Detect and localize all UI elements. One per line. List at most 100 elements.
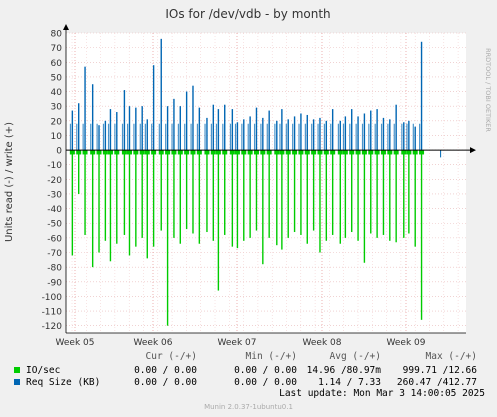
io-read-spike (389, 150, 391, 241)
req-size-side (323, 123, 326, 151)
io-read-spike (123, 150, 126, 235)
io-read-base (102, 150, 108, 155)
io-read-base (419, 150, 425, 155)
req-size-side (107, 123, 110, 151)
io-read-base (406, 150, 412, 155)
io-read-base (304, 150, 310, 155)
y-tick-label: 60 (51, 59, 63, 69)
io-read-spike (166, 150, 169, 326)
req-size-spike (420, 41, 423, 151)
io-read-base (144, 150, 150, 155)
req-size-side (90, 123, 92, 151)
req-size-spike (123, 90, 126, 151)
y-tick-label: 10 (51, 132, 63, 142)
req-size-spike (287, 119, 289, 151)
io-read-base (323, 150, 329, 155)
y-tick-label: -110 (42, 308, 63, 318)
y-tick-label: -50 (47, 220, 62, 230)
io-read-spike (357, 150, 359, 241)
req-size-spike (71, 110, 74, 151)
y-tick-label: -40 (47, 205, 62, 215)
io-read-base (337, 150, 343, 155)
io-read-spike (319, 150, 321, 253)
req-size-spike (77, 103, 80, 151)
req-size-spike (403, 122, 405, 151)
req-size-spike (166, 106, 169, 151)
io-read-spike (91, 150, 94, 268)
io-read-base (412, 150, 418, 155)
req-size-spike (146, 119, 148, 151)
y-tick-label: -90 (47, 278, 62, 288)
req-size-spike (135, 107, 137, 151)
io-read-spike (128, 150, 131, 256)
io-read-spike (77, 150, 80, 194)
io-read-spike (212, 150, 215, 241)
io-read-base (69, 150, 75, 155)
last-update: Last update: Mon Mar 3 14:00:05 2025 (279, 388, 485, 399)
req-size-spike (268, 110, 270, 151)
req-size-side (144, 123, 146, 151)
io-read-spike (71, 150, 74, 256)
req-size-side (406, 123, 408, 151)
req-size-spike (224, 104, 226, 151)
io-read-spike (331, 150, 334, 235)
req-size-spike (325, 120, 328, 151)
io-read-base (279, 150, 285, 155)
io-read-base (133, 150, 139, 155)
req-size-spike (91, 84, 94, 151)
y-axis-label: Units read (-) / write (+) (4, 122, 15, 242)
io-read-base (196, 150, 202, 155)
req-size-spike (128, 106, 131, 151)
x-tick-label: Week 06 (134, 338, 173, 348)
req-size-side (177, 123, 179, 151)
io-read-base (151, 150, 157, 155)
req-size-side (222, 123, 224, 151)
y-tick-label: 50 (51, 73, 63, 83)
y-tick-labels: 80 70 60 50 40 30 20 10 0 -10 -20 -30 -40 -50 -60 -70 -8… (42, 30, 63, 333)
io-read-base (401, 150, 407, 155)
req-size-side (82, 123, 84, 151)
req-size-side (234, 123, 237, 151)
io-read-base (368, 150, 374, 155)
req-size-spike (395, 104, 397, 151)
x-axis-arrow (470, 147, 476, 154)
io-read-spike (135, 150, 137, 247)
y-tick-label: 40 (51, 88, 63, 98)
req-size-side (361, 123, 364, 151)
io-read-base (177, 150, 183, 155)
req-size-spike (255, 107, 258, 151)
req-size-side (330, 123, 332, 151)
io-read-spike (408, 150, 410, 234)
io-read-spike (403, 150, 405, 238)
legend-header-cur: Cur (-/+) (145, 351, 197, 362)
req-size-side (368, 123, 370, 151)
io-read-spike (268, 150, 270, 238)
req-size-spike (179, 106, 181, 151)
req-size-spike (319, 117, 321, 151)
x-tick-labels: Week 05 Week 06 Week 07 Week 08 Week 09 (56, 338, 426, 348)
io-read-base (222, 150, 228, 155)
req-size-side (69, 123, 72, 151)
io-read-spike (363, 150, 366, 263)
io-read-base (266, 150, 272, 155)
req-size-side (210, 123, 213, 151)
io-read-spike (376, 150, 378, 238)
x-tick-label: Week 07 (218, 338, 257, 348)
req-size-spike (344, 116, 347, 151)
io-read-spike (104, 150, 107, 241)
req-size-spike (370, 110, 372, 151)
x-tick-label: Week 09 (387, 338, 426, 348)
req-size-side (76, 123, 78, 151)
req-size-spike (351, 109, 353, 151)
req-size-side (292, 123, 294, 151)
req-size-spike (243, 119, 245, 151)
io-read-base (90, 150, 96, 155)
io-read-base (229, 150, 235, 155)
y-tick-label: 70 (51, 44, 63, 54)
req-size-spike (217, 109, 220, 151)
req-size-side (274, 123, 276, 151)
req-size-spike (312, 119, 315, 151)
io-read-spike (84, 150, 86, 235)
io-read-base (158, 150, 164, 155)
io-read-spike (395, 150, 397, 243)
